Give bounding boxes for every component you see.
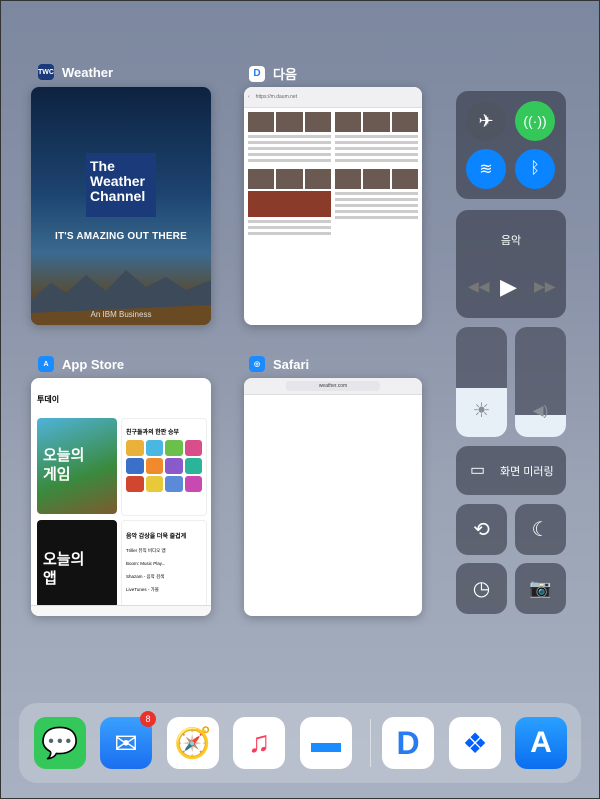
dock: 💬 ✉ 8 🧭 ♫ ▬ D ❖ A (19, 703, 581, 783)
ibm-footer: An IBM Business (90, 310, 152, 319)
music-enjoy-tile[interactable]: 음악 감상을 더욱 즐겁게 Triller 뮤직 비디오 앱 Boom: Mus… (121, 520, 207, 610)
airplane-mode-icon[interactable]: ✈ (466, 101, 506, 141)
rewind-icon[interactable]: ◀◀ (468, 278, 490, 295)
connectivity-panel: ✈ ((·)) ≋ ᛒ (456, 91, 566, 199)
screen-mirroring-label: 화면 미러링 (500, 466, 554, 478)
back-icon: ‹ (248, 94, 250, 100)
music-panel[interactable]: 음악 ◀◀ ▶ ▶▶ (456, 210, 566, 318)
music-app-list: Triller 뮤직 비디오 앱 Boom: Music Play... Sha… (126, 548, 166, 592)
appstore-today-title: 투데이 (37, 395, 60, 404)
weather-app-card[interactable]: The Weather Channel IT'S AMAZING OUT THE… (31, 87, 211, 325)
safari-dock-icon[interactable]: 🧭 (167, 717, 219, 769)
daum-url: https://m.daum.net (255, 94, 298, 100)
play-icon[interactable]: ▶ (500, 274, 517, 300)
weather-channel-logo: The Weather Channel (86, 153, 156, 217)
daum-browser-bar: ‹ https://m.daum.net (244, 87, 422, 108)
screen-mirroring-button[interactable]: ▭ 화면 미러링 (456, 446, 566, 495)
fast-forward-icon[interactable]: ▶▶ (534, 278, 556, 295)
airplay-icon: ▭ (470, 462, 486, 479)
files-dock-icon[interactable]: ▬ (300, 717, 352, 769)
daum-app-card[interactable]: ‹ https://m.daum.net (244, 87, 422, 325)
weather-tagline: IT'S AMAZING OUT THERE (55, 231, 187, 242)
safari-url-field: weather.com (286, 381, 380, 391)
daum-app-header[interactable]: D 다음 (249, 64, 297, 83)
today-app-tile[interactable]: 오늘의 앱 (37, 520, 117, 608)
music-dock-icon[interactable]: ♫ (233, 717, 285, 769)
safari-compass-icon: ◎ (249, 356, 265, 372)
dropbox-dock-icon[interactable]: ❖ (449, 717, 501, 769)
friends-match-tile[interactable]: 친구들과의 한판 승부 (121, 418, 207, 516)
daum-dock-icon[interactable]: D (382, 717, 434, 769)
volume-slider[interactable]: ◀) (515, 327, 566, 437)
today-game-tile[interactable]: 오늘의 게임 (37, 418, 117, 514)
music-label: 음악 (500, 235, 522, 247)
weather-app-header[interactable]: TWC Weather (38, 64, 113, 80)
appstore-app-header[interactable]: A App Store (38, 356, 124, 372)
daum-icon: D (249, 65, 265, 82)
orientation-lock-icon[interactable]: ⟲ (456, 504, 507, 555)
daum-news-grid (244, 108, 422, 242)
appstore-app-card[interactable]: 투데이 오늘의 게임 친구들과의 한판 승부 오늘의 앱 음악 감상을 더욱 즐… (31, 378, 211, 616)
mail-dock-icon[interactable]: ✉ 8 (100, 711, 156, 769)
brightness-slider[interactable]: ☀ (456, 327, 507, 437)
weather-channel-icon: TWC (38, 64, 54, 80)
daum-app-name: 다음 (273, 67, 297, 82)
safari-app-header[interactable]: ◎ Safari (249, 356, 309, 372)
safari-app-name: Safari (273, 356, 310, 372)
brightness-icon: ☀ (472, 400, 491, 422)
volume-icon: ◀) (532, 402, 549, 418)
appstore-app-name: App Store (62, 356, 125, 372)
bluetooth-icon[interactable]: ᛒ (515, 149, 555, 189)
appstore-icon: A (38, 356, 54, 372)
mail-badge: 8 (140, 711, 156, 727)
camera-icon[interactable]: 📷 (515, 563, 566, 614)
weather-app-name: Weather (62, 64, 114, 80)
messages-dock-icon[interactable]: 💬 (34, 717, 86, 769)
dock-separator (370, 719, 371, 767)
cellular-data-icon[interactable]: ((·)) (515, 101, 555, 141)
appstore-tab-bar[interactable] (31, 605, 211, 616)
game-icons-grid (122, 440, 206, 492)
wifi-icon[interactable]: ≋ (466, 149, 506, 189)
safari-app-card[interactable]: weather.com (244, 378, 422, 616)
timer-icon[interactable]: ◷ (456, 563, 507, 614)
appstore-dock-icon[interactable]: A (515, 717, 567, 769)
do-not-disturb-icon[interactable]: ☾ (515, 504, 566, 555)
